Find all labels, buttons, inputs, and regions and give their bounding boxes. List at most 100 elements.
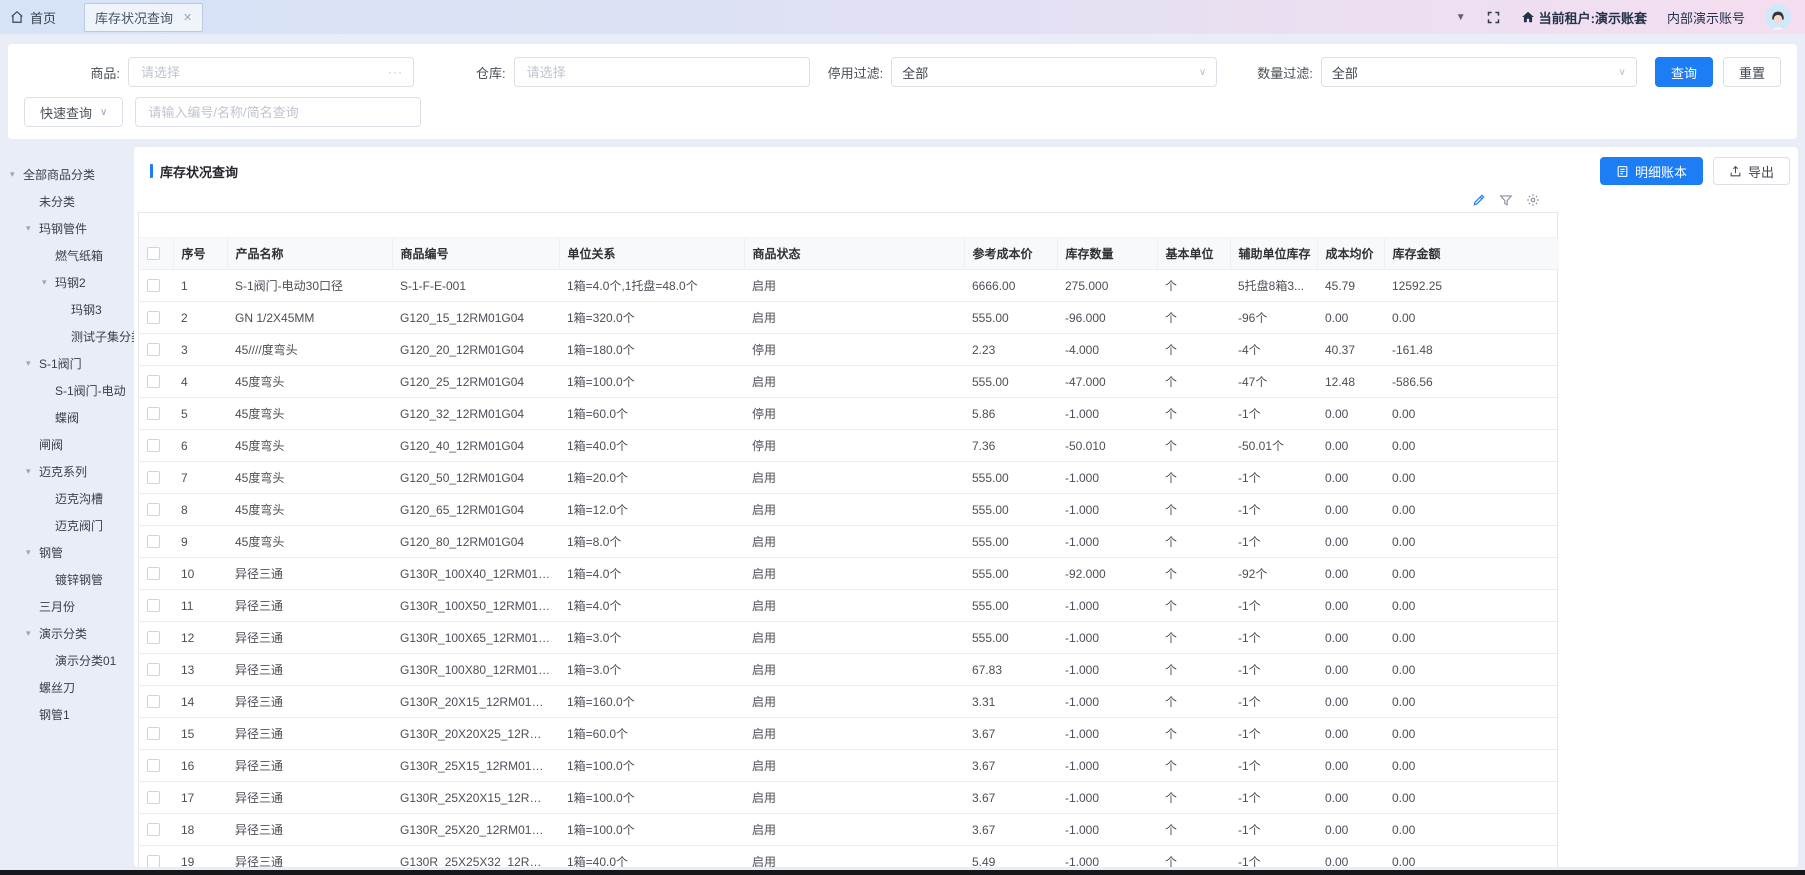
column-header-avg-cost: 成本均价 <box>1317 238 1384 270</box>
tree-item-0[interactable]: ▾全部商品分类 <box>0 161 134 188</box>
gear-icon[interactable] <box>1526 193 1540 207</box>
tree-item-9[interactable]: 蝶阀 <box>0 404 134 431</box>
tree-item-7[interactable]: ▾S-1阀门 <box>0 350 134 377</box>
main-panel: 库存状况查询 明细账本 导出 <box>134 147 1798 867</box>
chevron-down-icon[interactable]: ▼ <box>1456 12 1466 23</box>
cell-unit-relation: 1箱=4.0个 <box>559 558 744 590</box>
row-checkbox[interactable] <box>147 599 160 612</box>
tree-item-17[interactable]: ▾演示分类 <box>0 620 134 647</box>
row-checkbox[interactable] <box>147 567 160 580</box>
tree-item-20[interactable]: 钢管1 <box>0 701 134 728</box>
tree-item-18[interactable]: 演示分类01 <box>0 647 134 674</box>
search-button[interactable]: 查询 <box>1655 57 1713 87</box>
cell-base-unit: 个 <box>1157 270 1230 302</box>
export-icon <box>1729 165 1742 178</box>
tree-item-6[interactable]: 测试子集分类 <box>0 323 134 350</box>
avatar[interactable] <box>1765 4 1791 30</box>
cell-amount: 0.00 <box>1384 558 1559 590</box>
tree-item-19[interactable]: 螺丝刀 <box>0 674 134 701</box>
cell-avg-cost: 0.00 <box>1317 654 1384 686</box>
tree-item-13[interactable]: 迈克阀门 <box>0 512 134 539</box>
row-checkbox[interactable] <box>147 855 160 867</box>
row-checkbox[interactable] <box>147 279 160 292</box>
row-checkbox[interactable] <box>147 439 160 452</box>
nav-home[interactable]: 首页 <box>10 8 56 27</box>
row-checkbox[interactable] <box>147 823 160 836</box>
tree-item-label: 镀锌钢管 <box>55 571 103 588</box>
tree-item-14[interactable]: ▾钢管 <box>0 539 134 566</box>
cell-amount: 0.00 <box>1384 846 1559 868</box>
cell-aux-stock: -47个 <box>1230 366 1317 398</box>
table-row: 645度弯头G120_40_12RM01G041箱=40.0个停用7.36-50… <box>139 430 1559 462</box>
cell-aux-stock: -1个 <box>1230 814 1317 846</box>
tree-item-11[interactable]: ▾迈克系列 <box>0 458 134 485</box>
caret-down-icon[interactable]: ▾ <box>10 169 23 180</box>
row-checkbox[interactable] <box>147 695 160 708</box>
tree-item-8[interactable]: S-1阀门-电动 <box>0 377 134 404</box>
fullscreen-icon[interactable] <box>1486 10 1501 25</box>
row-checkbox[interactable] <box>147 407 160 420</box>
cell-aux-stock: 5托盘8箱3... <box>1230 270 1317 302</box>
cell-unit-relation: 1箱=320.0个 <box>559 302 744 334</box>
tree-item-label: 演示分类 <box>39 625 87 642</box>
cell-ref-cost: 555.00 <box>964 526 1057 558</box>
account-name[interactable]: 内部演示账号 <box>1667 8 1745 27</box>
row-checkbox[interactable] <box>147 471 160 484</box>
quick-query-input[interactable] <box>146 104 410 121</box>
cell-status: 启用 <box>744 846 964 868</box>
table-row: 945度弯头G120_80_12RM01G041箱=8.0个启用555.00-1… <box>139 526 1559 558</box>
tree-item-10[interactable]: 闸阀 <box>0 431 134 458</box>
disabled-filter-select[interactable]: 全部 ∨ <box>891 57 1217 87</box>
cell-unit-relation: 1箱=3.0个 <box>559 654 744 686</box>
row-checkbox[interactable] <box>147 343 160 356</box>
tree-item-16[interactable]: 三月份 <box>0 593 134 620</box>
row-checkbox[interactable] <box>147 375 160 388</box>
select-all-checkbox[interactable] <box>147 247 160 260</box>
filter-icon[interactable] <box>1499 193 1513 207</box>
inventory-table: 序号产品名称商品编号单位关系商品状态参考成本价库存数量基本单位辅助单位库存成本均… <box>138 212 1558 867</box>
close-icon[interactable]: ✕ <box>183 11 192 24</box>
cell-seq: 6 <box>173 430 227 462</box>
quick-query-box[interactable] <box>135 97 421 127</box>
cell-code: G130R_100X40_12RM01G04 <box>392 558 559 590</box>
tree-item-3[interactable]: 燃气纸箱 <box>0 242 134 269</box>
product-input[interactable] <box>139 64 382 81</box>
edit-icon[interactable] <box>1472 193 1486 207</box>
row-checkbox[interactable] <box>147 631 160 644</box>
ledger-button[interactable]: 明细账本 <box>1600 157 1703 185</box>
product-select[interactable]: ··· <box>128 57 414 87</box>
row-checkbox[interactable] <box>147 727 160 740</box>
qty-filter-select[interactable]: 全部 ∨ <box>1321 57 1637 87</box>
export-button[interactable]: 导出 <box>1713 157 1790 185</box>
row-checkbox[interactable] <box>147 535 160 548</box>
cell-avg-cost: 0.00 <box>1317 462 1384 494</box>
tree-item-label: 迈克沟槽 <box>55 490 103 507</box>
caret-down-icon[interactable]: ▾ <box>26 628 39 639</box>
tree-item-4[interactable]: ▾玛钢2 <box>0 269 134 296</box>
caret-down-icon[interactable]: ▾ <box>26 358 39 369</box>
tree-item-1[interactable]: 未分类 <box>0 188 134 215</box>
title-accent-bar <box>150 164 153 178</box>
caret-down-icon[interactable]: ▾ <box>26 466 39 477</box>
tab-inventory-query[interactable]: 库存状况查询 ✕ <box>84 3 203 32</box>
tree-item-label: 钢管 <box>39 544 63 561</box>
warehouse-select[interactable] <box>514 57 810 87</box>
ellipsis-icon[interactable]: ··· <box>388 65 403 79</box>
cell-code: G130R_25X25X32_12RM01G04 <box>392 846 559 868</box>
tree-item-2[interactable]: ▾玛钢管件 <box>0 215 134 242</box>
row-checkbox[interactable] <box>147 311 160 324</box>
row-checkbox[interactable] <box>147 663 160 676</box>
row-checkbox[interactable] <box>147 791 160 804</box>
warehouse-input[interactable] <box>525 64 799 81</box>
row-checkbox[interactable] <box>147 759 160 772</box>
topbar: 首页 库存状况查询 ✕ ▼ 当前租户:演示账套 内部演示账号 <box>0 0 1805 34</box>
tree-item-5[interactable]: 玛钢3 <box>0 296 134 323</box>
tree-item-15[interactable]: 镀锌钢管 <box>0 566 134 593</box>
tree-item-12[interactable]: 迈克沟槽 <box>0 485 134 512</box>
caret-down-icon[interactable]: ▾ <box>26 547 39 558</box>
row-checkbox[interactable] <box>147 503 160 516</box>
caret-down-icon[interactable]: ▾ <box>26 223 39 234</box>
quick-query-button[interactable]: 快速查询 ∨ <box>24 97 123 127</box>
reset-button[interactable]: 重置 <box>1723 57 1781 87</box>
caret-down-icon[interactable]: ▾ <box>42 277 55 288</box>
